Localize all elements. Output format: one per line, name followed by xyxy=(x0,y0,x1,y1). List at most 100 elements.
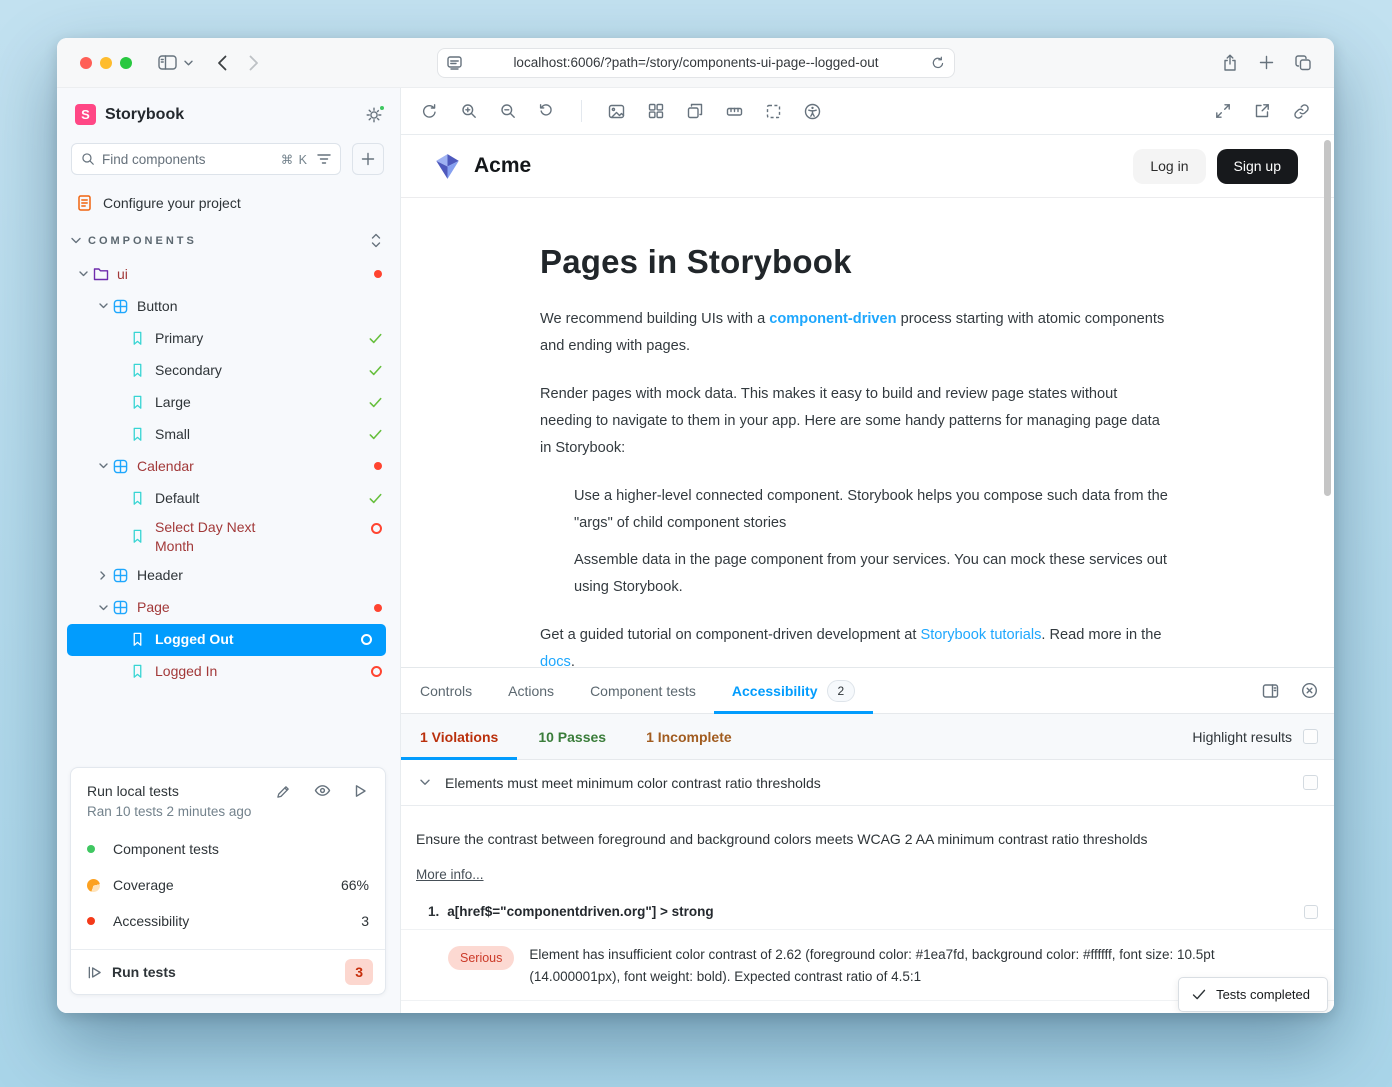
browser-titlebar: localhost:6006/?path=/story/components-u… xyxy=(57,38,1334,88)
background-icon[interactable] xyxy=(608,104,625,119)
login-button[interactable]: Log in xyxy=(1133,149,1205,184)
highlight-results-checkbox[interactable] xyxy=(1303,729,1318,744)
subtab-violations[interactable]: 1 Violations xyxy=(401,714,517,759)
configure-project-item[interactable]: Configure your project xyxy=(57,179,400,219)
search-input[interactable]: Find components ⌘ K xyxy=(71,143,341,175)
test-row-component-tests[interactable]: Component tests xyxy=(87,831,369,867)
docs-link[interactable]: docs xyxy=(540,654,571,667)
status-red-dot xyxy=(87,917,95,925)
close-window-button[interactable] xyxy=(80,57,92,69)
tab-overview-icon[interactable] xyxy=(1295,55,1312,71)
open-new-tab-icon[interactable] xyxy=(1254,103,1270,119)
component-driven-link[interactable]: component-driven xyxy=(769,311,896,327)
sidebar-item-ui[interactable]: ui xyxy=(57,258,400,290)
run-play-icon[interactable] xyxy=(354,784,367,799)
tab-component-tests[interactable]: Component tests xyxy=(572,668,714,713)
zoom-reset-icon[interactable] xyxy=(539,103,555,119)
sidebar-item-large[interactable]: Large xyxy=(57,386,400,418)
tab-accessibility[interactable]: Accessibility2 xyxy=(714,668,873,713)
violation-rule-row[interactable]: Elements must meet minimum color contras… xyxy=(401,760,1334,806)
violation-rule-checkbox[interactable] xyxy=(1303,775,1318,790)
sidebar-item-primary[interactable]: Primary xyxy=(57,322,400,354)
sidebar-item-header[interactable]: Header xyxy=(57,560,400,592)
tab-actions[interactable]: Actions xyxy=(490,668,572,713)
fullscreen-icon[interactable] xyxy=(1215,103,1231,119)
status-green-dot xyxy=(87,845,95,853)
back-button[interactable] xyxy=(217,55,227,71)
test-fail-ring xyxy=(371,523,382,534)
sidebar-item-default[interactable]: Default xyxy=(57,482,400,514)
reload-icon[interactable] xyxy=(931,56,945,70)
chevron-down-icon[interactable] xyxy=(73,271,93,277)
remount-icon[interactable] xyxy=(421,103,438,120)
a11y-result-tabs: 1 Violations 10 Passes 1 Incomplete High… xyxy=(401,714,1334,760)
reader-view-icon[interactable] xyxy=(447,56,462,70)
violation-element-1[interactable]: 1. a[href$="componentdriven.org"] > stro… xyxy=(401,894,1334,930)
components-section-header[interactable]: COMPONENTS xyxy=(57,219,400,258)
test-widget-title: Run local tests xyxy=(87,783,276,799)
sidebar-dropdown-chevron-icon[interactable] xyxy=(184,60,193,66)
settings-gear-icon[interactable] xyxy=(366,107,382,123)
address-bar[interactable]: localhost:6006/?path=/story/components-u… xyxy=(437,48,955,78)
sidebar-item-logged-out[interactable]: Logged Out xyxy=(67,624,386,656)
signup-button[interactable]: Sign up xyxy=(1217,149,1298,184)
accessibility-icon[interactable] xyxy=(804,103,821,120)
url-text[interactable]: localhost:6006/?path=/story/components-u… xyxy=(462,55,931,70)
outline-icon[interactable] xyxy=(766,104,781,119)
filter-icon[interactable] xyxy=(317,153,331,165)
component-icon xyxy=(113,600,129,615)
addon-panel: Controls Actions Component tests Accessi… xyxy=(401,667,1334,1013)
tab-controls[interactable]: Controls xyxy=(402,668,490,713)
story-list-item-2: Assemble data in the page component from… xyxy=(574,547,1173,601)
highlight-results-label: Highlight results xyxy=(1192,729,1292,745)
browser-sidebar-toggle-icon[interactable] xyxy=(158,54,177,71)
new-tab-icon[interactable] xyxy=(1259,55,1274,70)
sidebar-item-secondary[interactable]: Secondary xyxy=(57,354,400,386)
zoom-window-button[interactable] xyxy=(120,57,132,69)
minimize-window-button[interactable] xyxy=(100,57,112,69)
viewport-icon[interactable] xyxy=(687,103,703,119)
chevron-right-icon[interactable] xyxy=(93,571,113,580)
chevron-down-icon[interactable] xyxy=(93,463,113,469)
storybook-tutorials-link[interactable]: Storybook tutorials xyxy=(921,627,1042,643)
browser-window: localhost:6006/?path=/story/components-u… xyxy=(57,38,1334,1013)
chevron-down-icon[interactable] xyxy=(420,779,430,786)
close-panel-icon[interactable] xyxy=(1301,682,1318,699)
zoom-out-icon[interactable] xyxy=(500,103,516,119)
test-row-accessibility[interactable]: Accessibility 3 xyxy=(87,903,369,939)
story-paragraph-2: Render pages with mock data. This makes … xyxy=(540,381,1172,462)
more-info-link[interactable]: More info... xyxy=(416,867,484,882)
preview-scrollbar[interactable] xyxy=(1324,140,1331,496)
search-placeholder: Find components xyxy=(102,152,281,167)
component-icon xyxy=(113,459,129,474)
measure-ruler-icon[interactable] xyxy=(726,105,743,118)
element-1-checkbox[interactable] xyxy=(1304,905,1318,919)
run-tests-button[interactable]: Run tests 3 xyxy=(71,949,385,994)
subtab-passes[interactable]: 10 Passes xyxy=(519,714,625,759)
sidebar-item-select-day-next-month[interactable]: Select Day Next Month xyxy=(57,514,400,560)
sidebar-item-small[interactable]: Small xyxy=(57,418,400,450)
forward-button[interactable] xyxy=(249,55,259,71)
edit-pencil-icon[interactable] xyxy=(276,784,291,799)
sidebar-item-button[interactable]: Button xyxy=(57,290,400,322)
folder-icon xyxy=(93,267,109,281)
collapse-expand-all-icon[interactable] xyxy=(370,233,382,248)
acme-header: Acme Log in Sign up xyxy=(401,135,1334,198)
storybook-logo: S xyxy=(75,104,96,125)
panel-position-icon[interactable] xyxy=(1262,683,1279,699)
copy-link-icon[interactable] xyxy=(1293,103,1310,120)
grid-icon[interactable] xyxy=(648,103,664,119)
create-story-button[interactable] xyxy=(352,143,384,175)
chevron-down-icon[interactable] xyxy=(93,303,113,309)
failed-tests-badge: 3 xyxy=(345,959,373,985)
zoom-in-icon[interactable] xyxy=(461,103,477,119)
watch-eye-icon[interactable] xyxy=(314,784,331,799)
sidebar-item-logged-in[interactable]: Logged In xyxy=(57,656,400,688)
sidebar-item-calendar[interactable]: Calendar xyxy=(57,450,400,482)
chevron-down-icon[interactable] xyxy=(93,605,113,611)
sidebar-item-page[interactable]: Page xyxy=(57,592,400,624)
test-pass-check-icon xyxy=(369,333,382,344)
subtab-incomplete[interactable]: 1 Incomplete xyxy=(627,714,751,759)
test-row-coverage[interactable]: Coverage 66% xyxy=(87,867,369,903)
share-icon[interactable] xyxy=(1222,54,1238,72)
